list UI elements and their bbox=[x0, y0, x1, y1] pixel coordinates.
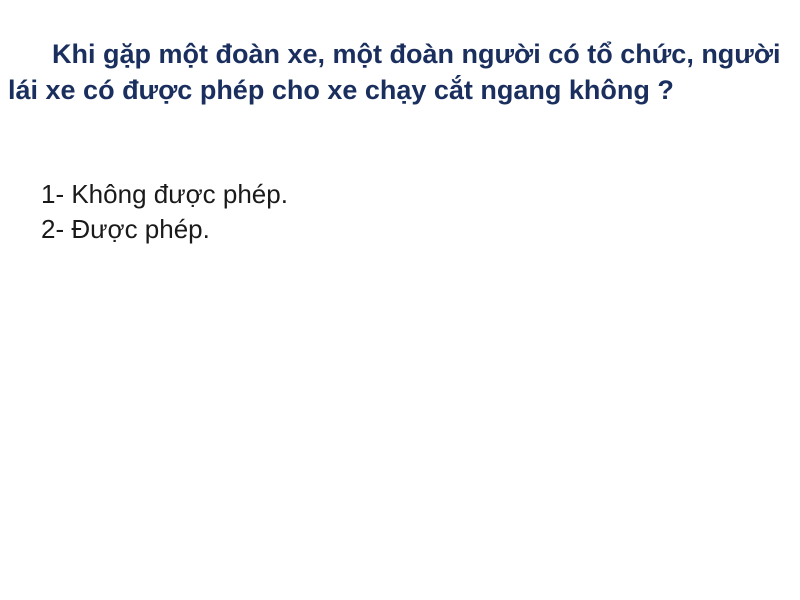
answer-list: 1- Không được phép. 2- Được phép. bbox=[41, 177, 288, 247]
slide: Khi gặp một đoàn xe, một đoàn người có t… bbox=[0, 0, 800, 600]
answer-option-1[interactable]: 1- Không được phép. bbox=[41, 177, 288, 212]
question-text: Khi gặp một đoàn xe, một đoàn người có t… bbox=[8, 36, 788, 108]
answer-option-2[interactable]: 2- Được phép. bbox=[41, 212, 288, 247]
question-body: Khi gặp một đoàn xe, một đoàn người có t… bbox=[8, 39, 781, 105]
